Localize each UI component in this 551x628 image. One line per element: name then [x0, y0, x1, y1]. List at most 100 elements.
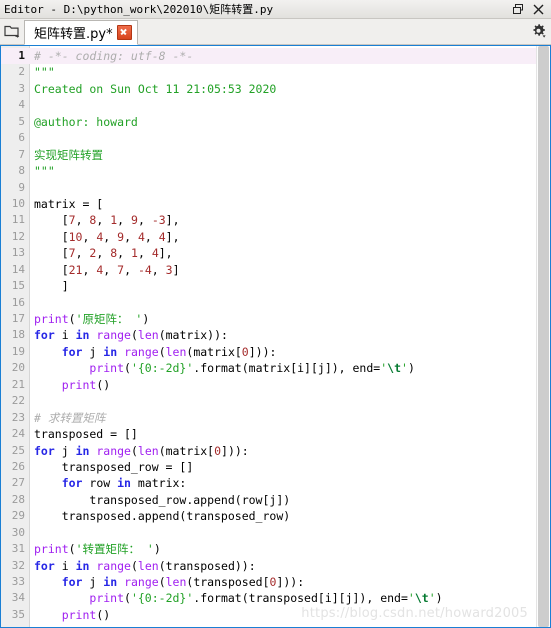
code-line[interactable]: 7 实现矩阵转置 [1, 147, 536, 163]
code-line[interactable]: 35 print() [1, 607, 536, 623]
code-token: ' [407, 591, 415, 606]
code-token: , [124, 229, 138, 244]
code-area[interactable]: 1 # -*- coding: utf-8 -*- 2 """ 3 Created on … [1, 46, 536, 627]
code-line[interactable]: 28 transposed_row.append(row[j]) [1, 492, 536, 508]
code-line[interactable]: 5 @author: howard [1, 114, 536, 130]
line-number: 4 [18, 98, 25, 112]
code-token: # -*- coding: utf-8 -*- [34, 49, 194, 63]
code-line[interactable]: 19 for j in range(len(matrix[0])): [1, 344, 536, 360]
line-text: print('{0:-2d}'.format(transposed[i][j])… [29, 590, 442, 606]
code-line[interactable]: 31 print('转置矩阵： ') [1, 541, 536, 557]
code-token: \t [387, 361, 401, 376]
line-number: 10 [11, 196, 25, 210]
code-token: for [61, 476, 83, 491]
code-token: j [82, 344, 104, 359]
line-number: 24 [11, 427, 25, 441]
scrollbar-thumb[interactable] [538, 46, 549, 627]
code-line[interactable]: 29 transposed.append(transposed_row) [1, 508, 536, 524]
code-line[interactable]: 26 transposed_row = [] [1, 459, 536, 475]
line-number: 32 [11, 558, 25, 572]
code-line[interactable]: 18 for i in range(len(matrix)): [1, 327, 536, 343]
code-token: , [82, 229, 97, 244]
line-number: 19 [11, 344, 25, 358]
code-line[interactable]: 3 Created on Sun Oct 11 21:05:53 2020 [1, 81, 536, 97]
title-bar: Editor - D:\python_work\202010\矩阵转置.py [0, 0, 551, 19]
code-line[interactable]: 15 ] [1, 278, 536, 294]
close-icon[interactable] [532, 3, 545, 16]
code-line[interactable]: 17 print('原矩阵： ') [1, 311, 536, 327]
code-token: 21 [68, 262, 83, 277]
code-token: j [82, 575, 104, 589]
code-line[interactable]: 4 [1, 97, 536, 113]
code-token: , [151, 262, 166, 277]
code-line[interactable]: 12 [10, 4, 9, 4, 4], [1, 229, 536, 245]
code-line[interactable]: 32 for i in range(len(transposed)): [1, 558, 536, 574]
code-line[interactable]: 23 # 求转置矩阵 [1, 410, 536, 426]
code-token: print [34, 312, 69, 326]
code-line[interactable]: 33 for j in range(len(transposed[0])): [1, 574, 536, 590]
line-number: 1 [18, 49, 25, 62]
code-token: print [61, 377, 97, 392]
code-line[interactable]: 24 transposed = [] [1, 426, 536, 442]
code-token: [ [34, 262, 69, 277]
code-line[interactable]: 8 """ [1, 163, 536, 179]
line-number: 5 [18, 114, 25, 128]
code-token: ' [428, 591, 436, 606]
code-line[interactable]: 16 [1, 295, 536, 311]
code-line[interactable]: 14 [21, 4, 7, -4, 3] [1, 262, 536, 278]
code-token: 10 [68, 229, 83, 244]
line-text: print('{0:-2d}'.format(matrix[i][j]), en… [29, 360, 414, 376]
code-token: '{0:-2d}' [130, 591, 194, 606]
code-line[interactable]: 25 for j in range(len(matrix[0])): [1, 443, 536, 459]
code-token: ], [158, 246, 173, 261]
code-token: in [103, 575, 118, 589]
code-token: ( [124, 361, 131, 376]
code-line[interactable]: 30 [1, 525, 536, 541]
code-line[interactable]: 13 [7, 2, 8, 1, 4], [1, 245, 536, 261]
code-line[interactable]: 20 print('{0:-2d}'.format(matrix[i][j]),… [1, 360, 536, 376]
line-number: 27 [11, 476, 25, 490]
code-token: for [61, 344, 83, 359]
code-line[interactable]: 10 matrix = [ [1, 196, 536, 212]
code-token: ( [68, 542, 76, 557]
line-text: ] [29, 278, 69, 294]
code-line[interactable]: 2 """ [1, 64, 536, 80]
line-text: """ [29, 163, 55, 179]
code-line[interactable]: 34 print('{0:-2d}'.format(transposed[i][… [1, 590, 536, 606]
code-token: ])): [276, 575, 305, 589]
line-text: """ [29, 64, 55, 80]
line-text: for row in matrix: [29, 475, 187, 491]
code-line[interactable]: 9 [1, 180, 536, 196]
folder-icon[interactable] [0, 18, 24, 44]
restore-icon[interactable] [512, 3, 525, 16]
code-token: , [96, 213, 111, 228]
line-text: print('原矩阵： ') [29, 311, 149, 327]
close-icon[interactable] [116, 25, 132, 40]
code-line[interactable]: 6 [1, 130, 536, 146]
code-token: ( [130, 558, 138, 573]
code-line[interactable]: 27 for row in matrix: [1, 475, 536, 491]
line-text: for j in range(len(matrix[0])): [29, 443, 249, 459]
line-text: [7, 2, 8, 1, 4], [29, 245, 173, 261]
editor-tab[interactable]: 矩阵转置.py* [24, 20, 138, 45]
line-number: 14 [11, 262, 25, 276]
code-line[interactable]: 1 # -*- coding: utf-8 -*- [1, 48, 536, 65]
code-token: in [75, 443, 90, 458]
code-line[interactable]: 22 [1, 393, 536, 409]
code-token: range [96, 328, 131, 343]
code-token: ( [158, 344, 166, 359]
code-token: i [54, 558, 76, 573]
code-token: for [34, 443, 55, 458]
code-token: ], [165, 229, 180, 244]
vertical-scrollbar[interactable] [536, 46, 550, 627]
code-token: , [144, 229, 159, 244]
line-text: transposed_row = [] [29, 459, 194, 475]
gear-icon[interactable] [525, 18, 551, 44]
line-number: 33 [11, 575, 25, 588]
code-line[interactable]: 11 [7, 8, 1, 9, -3], [1, 212, 536, 228]
code-line[interactable]: 21 print() [1, 377, 536, 393]
code-token: """ [34, 65, 55, 80]
